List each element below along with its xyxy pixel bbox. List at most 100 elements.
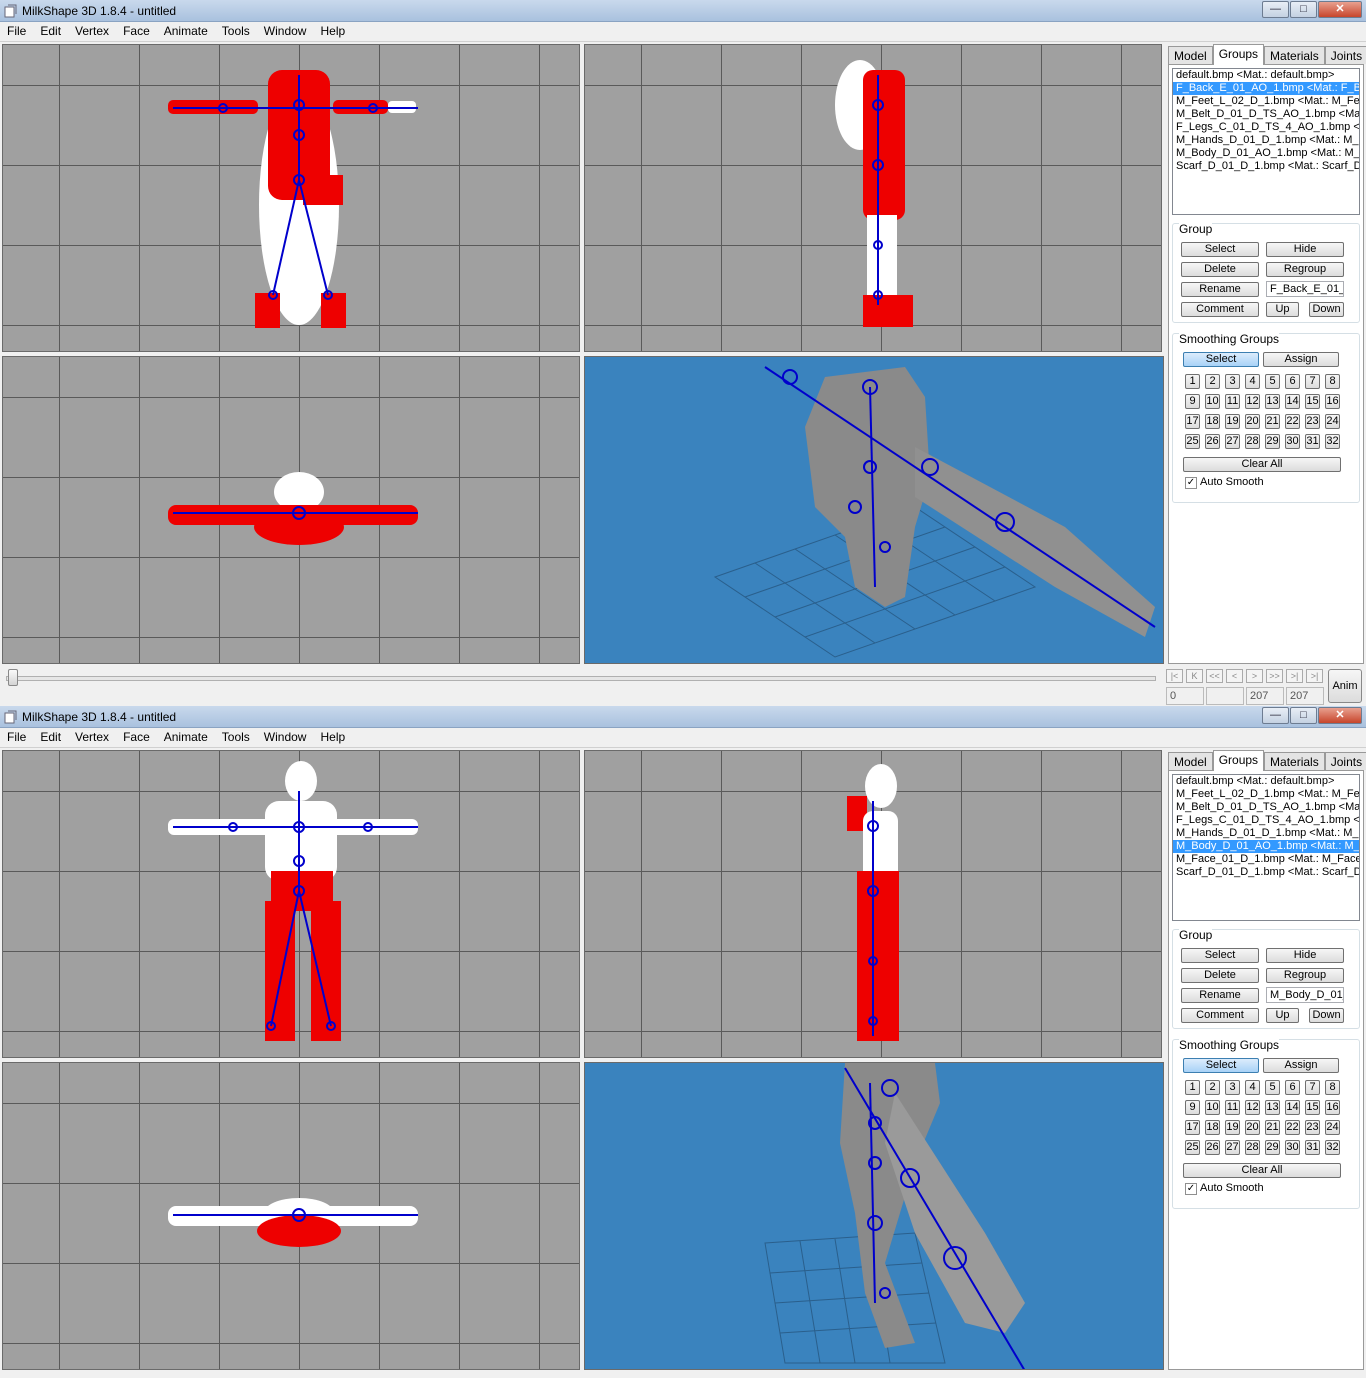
smoothing-group-button[interactable]: 1: [1185, 1080, 1200, 1095]
smoothing-group-button[interactable]: 21: [1265, 414, 1280, 429]
smoothing-group-button[interactable]: 4: [1245, 1080, 1260, 1095]
group-list-item[interactable]: M_Body_D_01_AO_1.bmp <Mat.: M_E: [1173, 840, 1359, 853]
smoothing-group-button[interactable]: 14: [1285, 1100, 1300, 1115]
group-comment-button[interactable]: Comment: [1181, 1008, 1259, 1023]
smoothing-group-button[interactable]: 1: [1185, 374, 1200, 389]
group-list-item[interactable]: M_Face_01_D_1.bmp <Mat.: M_Face: [1173, 853, 1359, 866]
title-bar[interactable]: MilkShape 3D 1.8.4 - untitled — □ ✕: [0, 0, 1366, 22]
smoothing-group-button[interactable]: 28: [1245, 1140, 1260, 1155]
tab-joints[interactable]: Joints: [1324, 46, 1366, 64]
smoothing-assign-button[interactable]: Assign: [1263, 1058, 1339, 1073]
total-frames-field[interactable]: 207: [1286, 687, 1324, 705]
smoothing-group-button[interactable]: 8: [1325, 374, 1340, 389]
smoothing-assign-button[interactable]: Assign: [1263, 352, 1339, 367]
smoothing-group-button[interactable]: 16: [1325, 1100, 1340, 1115]
smoothing-group-button[interactable]: 15: [1305, 394, 1320, 409]
smoothing-group-button[interactable]: 7: [1305, 374, 1320, 389]
group-list-item[interactable]: M_Body_D_01_AO_1.bmp <Mat.: M_E: [1173, 147, 1359, 160]
menu-vertex[interactable]: Vertex: [68, 728, 116, 747]
smoothing-group-button[interactable]: 13: [1265, 394, 1280, 409]
minimize-button[interactable]: —: [1262, 707, 1289, 724]
group-list-item[interactable]: M_Hands_D_01_D_1.bmp <Mat.: M_H: [1173, 827, 1359, 840]
group-list-item[interactable]: F_Legs_C_01_D_TS_4_AO_1.bmp <N: [1173, 121, 1359, 134]
menu-tools[interactable]: Tools: [215, 22, 257, 41]
menu-edit[interactable]: Edit: [33, 728, 68, 747]
group-list-item[interactable]: M_Belt_D_01_D_TS_AO_1.bmp <Mat: [1173, 108, 1359, 121]
menu-face[interactable]: Face: [116, 22, 157, 41]
auto-smooth-checkbox[interactable]: ✓: [1185, 477, 1197, 489]
group-regroup-button[interactable]: Regroup: [1266, 968, 1344, 983]
next-frame-icon[interactable]: >: [1246, 669, 1263, 683]
tab-model[interactable]: Model: [1168, 46, 1213, 64]
auto-smooth-checkbox[interactable]: ✓: [1185, 1183, 1197, 1195]
group-select-button[interactable]: Select: [1181, 242, 1259, 257]
smoothing-group-button[interactable]: 32: [1325, 1140, 1340, 1155]
smoothing-group-button[interactable]: 21: [1265, 1120, 1280, 1135]
smoothing-group-button[interactable]: 9: [1185, 1100, 1200, 1115]
group-hide-button[interactable]: Hide: [1266, 948, 1344, 963]
smoothing-group-button[interactable]: 15: [1305, 1100, 1320, 1115]
close-button[interactable]: ✕: [1318, 1, 1362, 18]
group-list-item[interactable]: M_Feet_L_02_D_1.bmp <Mat.: M_Fee: [1173, 788, 1359, 801]
group-list-item[interactable]: default.bmp <Mat.: default.bmp>: [1173, 775, 1359, 788]
smoothing-group-button[interactable]: 14: [1285, 394, 1300, 409]
smoothing-group-button[interactable]: 31: [1305, 1140, 1320, 1155]
menu-help[interactable]: Help: [313, 728, 352, 747]
tab-groups[interactable]: Groups: [1212, 750, 1265, 771]
smoothing-group-button[interactable]: 31: [1305, 434, 1320, 449]
smoothing-group-button[interactable]: 28: [1245, 434, 1260, 449]
title-bar[interactable]: MilkShape 3D 1.8.4 - untitled — □ ✕: [0, 706, 1366, 728]
smoothing-group-button[interactable]: 3: [1225, 1080, 1240, 1095]
smoothing-group-button[interactable]: 12: [1245, 1100, 1260, 1115]
first-frame-icon[interactable]: |<: [1166, 669, 1183, 683]
smoothing-group-button[interactable]: 3: [1225, 374, 1240, 389]
group-rename-button[interactable]: Rename: [1181, 988, 1259, 1003]
smoothing-group-button[interactable]: 11: [1225, 394, 1240, 409]
side-viewport[interactable]: [584, 750, 1162, 1058]
smoothing-group-button[interactable]: 27: [1225, 434, 1240, 449]
group-list-item[interactable]: F_Legs_C_01_D_TS_4_AO_1.bmp <N: [1173, 814, 1359, 827]
menu-file[interactable]: File: [0, 22, 33, 41]
clear-all-button[interactable]: Clear All: [1183, 1163, 1341, 1178]
smoothing-group-button[interactable]: 18: [1205, 414, 1220, 429]
menu-help[interactable]: Help: [313, 22, 352, 41]
front-viewport[interactable]: [2, 44, 580, 352]
smoothing-group-button[interactable]: 12: [1245, 394, 1260, 409]
smoothing-group-button[interactable]: 11: [1225, 1100, 1240, 1115]
smoothing-group-button[interactable]: 24: [1325, 414, 1340, 429]
smoothing-group-button[interactable]: 17: [1185, 414, 1200, 429]
tab-model[interactable]: Model: [1168, 752, 1213, 770]
smoothing-group-button[interactable]: 13: [1265, 1100, 1280, 1115]
prev-frame-icon[interactable]: <: [1226, 669, 1243, 683]
side-viewport[interactable]: [584, 44, 1162, 352]
group-select-button[interactable]: Select: [1181, 948, 1259, 963]
smoothing-group-button[interactable]: 29: [1265, 434, 1280, 449]
smoothing-group-button[interactable]: 22: [1285, 414, 1300, 429]
last-frame-icon[interactable]: >|: [1306, 669, 1323, 683]
smoothing-group-button[interactable]: 20: [1245, 1120, 1260, 1135]
menu-vertex[interactable]: Vertex: [68, 22, 116, 41]
smoothing-group-button[interactable]: 26: [1205, 1140, 1220, 1155]
smoothing-group-button[interactable]: 25: [1185, 434, 1200, 449]
tab-groups[interactable]: Groups: [1212, 44, 1265, 65]
timeline-track[interactable]: [6, 676, 1156, 681]
smoothing-group-button[interactable]: 8: [1325, 1080, 1340, 1095]
smoothing-group-button[interactable]: 9: [1185, 394, 1200, 409]
tab-joints[interactable]: Joints: [1324, 752, 1366, 770]
current-frame-field[interactable]: 0: [1166, 687, 1204, 705]
group-rename-button[interactable]: Rename: [1181, 282, 1259, 297]
menu-animate[interactable]: Animate: [157, 728, 215, 747]
menu-face[interactable]: Face: [116, 728, 157, 747]
smoothing-group-button[interactable]: 27: [1225, 1140, 1240, 1155]
smoothing-group-button[interactable]: 22: [1285, 1120, 1300, 1135]
timeline-slider-thumb[interactable]: [8, 669, 18, 686]
group-comment-button[interactable]: Comment: [1181, 302, 1259, 317]
menu-tools[interactable]: Tools: [215, 728, 257, 747]
smoothing-group-button[interactable]: 23: [1305, 414, 1320, 429]
smoothing-group-button[interactable]: 32: [1325, 434, 1340, 449]
close-button[interactable]: ✕: [1318, 707, 1362, 724]
group-down-button[interactable]: Down: [1309, 302, 1344, 317]
minimize-button[interactable]: —: [1262, 1, 1289, 18]
frame-blank-field[interactable]: [1206, 687, 1244, 705]
top-viewport[interactable]: [2, 1062, 580, 1370]
